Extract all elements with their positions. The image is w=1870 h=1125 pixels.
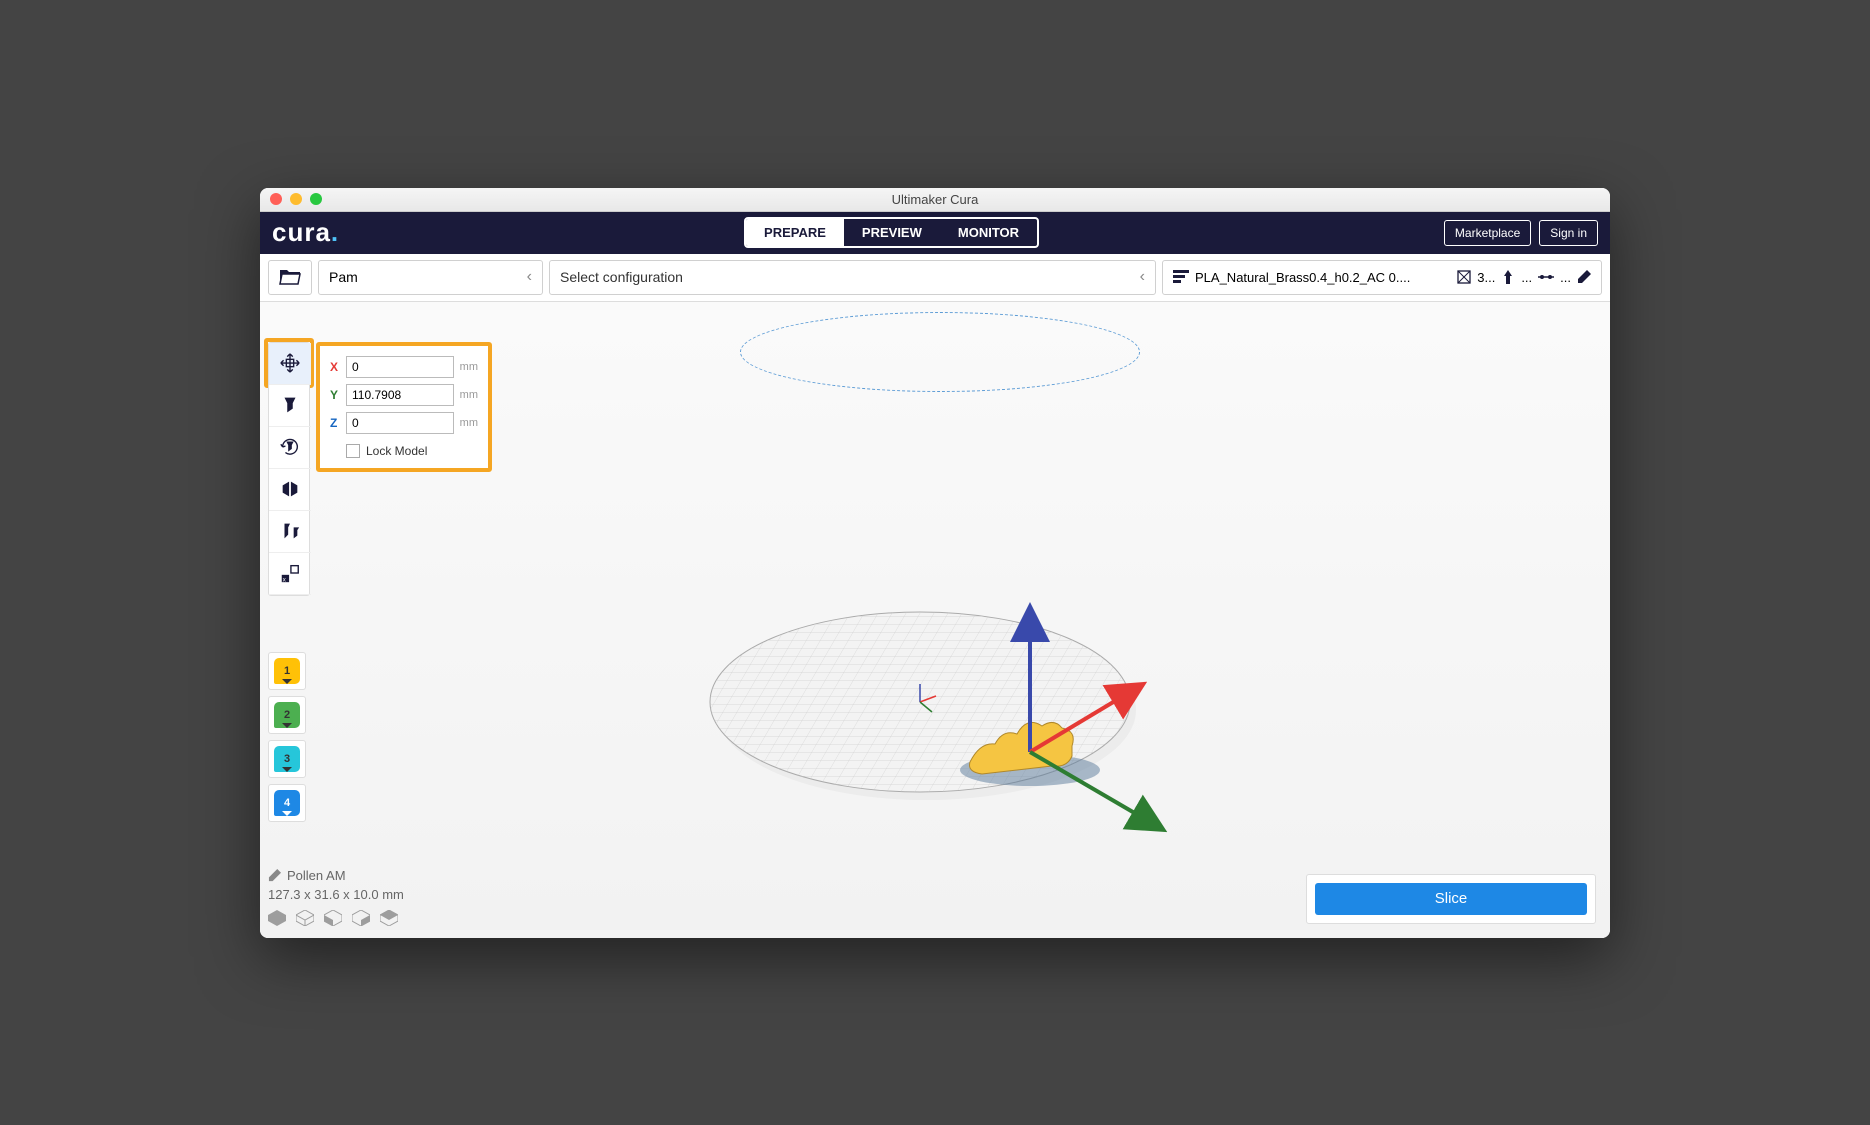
adhesion-icon bbox=[1538, 271, 1554, 283]
view-solid-icon[interactable] bbox=[268, 910, 286, 926]
tab-monitor[interactable]: MONITOR bbox=[940, 219, 1037, 246]
close-window-button[interactable] bbox=[270, 193, 282, 205]
view-front-icon[interactable] bbox=[324, 910, 342, 926]
minimize-window-button[interactable] bbox=[290, 193, 302, 205]
more-dots: ... bbox=[1521, 270, 1532, 285]
more-dots: ... bbox=[1560, 270, 1571, 285]
app-window: Ultimaker Cura cura. PREPARE PREVIEW MON… bbox=[260, 188, 1610, 938]
support-icon bbox=[1501, 270, 1515, 284]
open-file-button[interactable] bbox=[268, 260, 312, 295]
extruder-selector: 1 2 3 4 bbox=[268, 652, 306, 822]
move-panel: X mm Y mm Z mm Lock Model bbox=[320, 346, 488, 468]
buildplate bbox=[680, 592, 1200, 877]
x-input[interactable] bbox=[346, 356, 454, 378]
tab-preview[interactable]: PREVIEW bbox=[844, 219, 940, 246]
window-title: Ultimaker Cura bbox=[260, 192, 1610, 207]
pencil-icon bbox=[1577, 270, 1591, 284]
extruder-3[interactable]: 3 bbox=[268, 740, 306, 778]
extruder-4[interactable]: 4 bbox=[268, 784, 306, 822]
view-modes bbox=[268, 910, 404, 926]
lock-model-checkbox[interactable] bbox=[346, 444, 360, 458]
unit-label: mm bbox=[460, 389, 478, 401]
extruder-2[interactable]: 2 bbox=[268, 696, 306, 734]
per-model-tool[interactable] bbox=[269, 511, 311, 553]
view-top-icon[interactable] bbox=[380, 910, 398, 926]
printer-name: Pam bbox=[329, 269, 358, 285]
app-logo: cura. bbox=[272, 217, 339, 248]
subheader: Pam ‹ Select configuration ‹ PLA_Natural… bbox=[260, 254, 1610, 302]
model-info: Pollen AM 127.3 x 31.6 x 10.0 mm bbox=[268, 868, 404, 926]
lock-model-row: Lock Model bbox=[330, 444, 478, 458]
z-input[interactable] bbox=[346, 412, 454, 434]
lock-model-label: Lock Model bbox=[366, 444, 427, 458]
extruder-1[interactable]: 1 bbox=[268, 652, 306, 690]
configuration-label: Select configuration bbox=[560, 269, 683, 285]
mirror-tool[interactable] bbox=[269, 469, 311, 511]
y-label: Y bbox=[330, 388, 340, 402]
chevron-left-icon: ‹ bbox=[527, 268, 532, 286]
model-dimensions: 127.3 x 31.6 x 10.0 mm bbox=[268, 887, 404, 902]
rotate-tool[interactable] bbox=[269, 427, 311, 469]
x-label: X bbox=[330, 360, 340, 374]
printer-selector[interactable]: Pam ‹ bbox=[318, 260, 543, 295]
highlight-overlay: X mm Y mm Z mm Lock Model bbox=[316, 342, 492, 472]
build-volume-top bbox=[740, 312, 1140, 392]
viewport[interactable]: x 1 2 3 4 X mm Y mm bbox=[260, 302, 1610, 938]
move-tool[interactable] bbox=[269, 343, 311, 385]
signin-button[interactable]: Sign in bbox=[1539, 220, 1598, 246]
maximize-window-button[interactable] bbox=[310, 193, 322, 205]
tab-prepare[interactable]: PREPARE bbox=[746, 219, 844, 246]
pencil-icon bbox=[268, 869, 281, 882]
folder-icon bbox=[279, 268, 301, 286]
chevron-left-icon: ‹ bbox=[1140, 268, 1145, 286]
header: cura. PREPARE PREVIEW MONITOR Marketplac… bbox=[260, 212, 1610, 254]
unit-label: mm bbox=[460, 361, 478, 373]
slice-button[interactable]: Slice bbox=[1315, 883, 1587, 915]
z-label: Z bbox=[330, 416, 340, 430]
marketplace-button[interactable]: Marketplace bbox=[1444, 220, 1531, 246]
titlebar: Ultimaker Cura bbox=[260, 188, 1610, 212]
coord-x: X mm bbox=[330, 356, 478, 378]
view-right-icon[interactable] bbox=[352, 910, 370, 926]
header-actions: Marketplace Sign in bbox=[1444, 220, 1598, 246]
scale-tool[interactable] bbox=[269, 385, 311, 427]
layers-icon bbox=[1173, 270, 1189, 284]
toolbar: x bbox=[268, 342, 310, 596]
configuration-selector[interactable]: Select configuration ‹ bbox=[549, 260, 1156, 295]
slice-panel: Slice bbox=[1306, 874, 1596, 924]
stage-tabs: PREPARE PREVIEW MONITOR bbox=[744, 217, 1039, 248]
infill-value: 3... bbox=[1477, 270, 1495, 285]
unit-label: mm bbox=[460, 417, 478, 429]
profile-name: PLA_Natural_Brass0.4_h0.2_AC 0.... bbox=[1195, 270, 1451, 285]
profile-selector[interactable]: PLA_Natural_Brass0.4_h0.2_AC 0.... 3... … bbox=[1162, 260, 1602, 295]
infill-icon bbox=[1457, 270, 1471, 284]
coord-z: Z mm bbox=[330, 412, 478, 434]
traffic-lights bbox=[260, 193, 322, 205]
y-input[interactable] bbox=[346, 384, 454, 406]
coord-y: Y mm bbox=[330, 384, 478, 406]
model-name: Pollen AM bbox=[287, 868, 346, 883]
view-xray-icon[interactable] bbox=[296, 910, 314, 926]
support-blocker-tool[interactable]: x bbox=[269, 553, 311, 595]
